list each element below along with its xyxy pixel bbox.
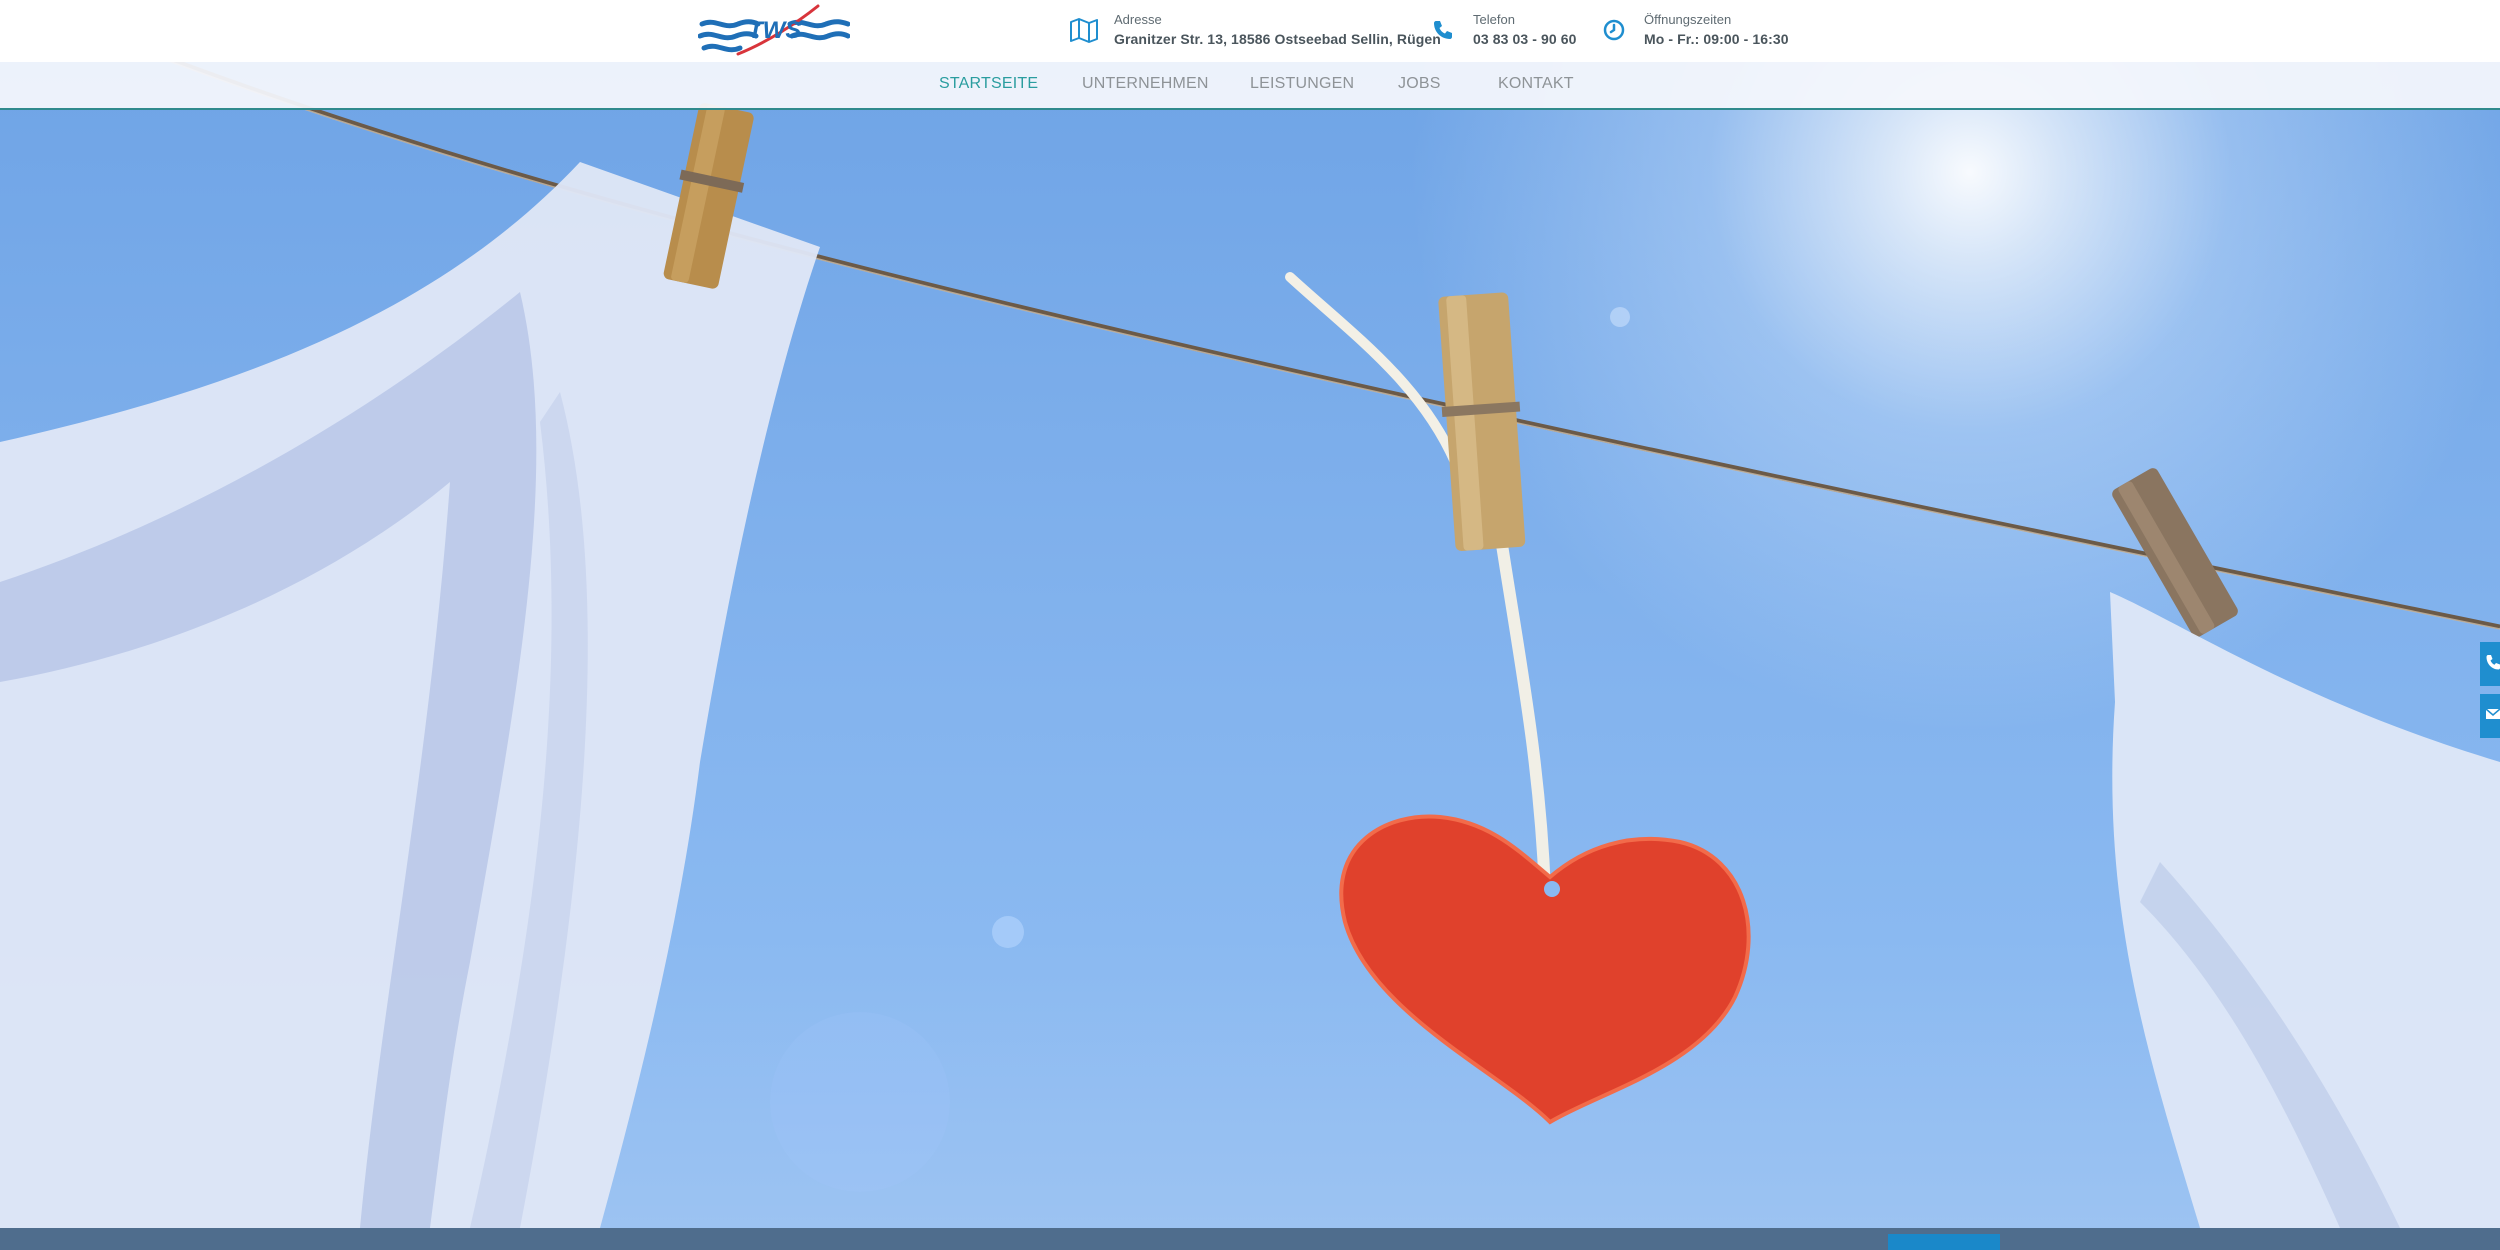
- phone-info[interactable]: Telefon 03 83 03 - 90 60: [1425, 10, 1577, 50]
- page: TWS Adresse Granitzer Str. 13, 18586 Ost…: [0, 0, 2500, 1250]
- logo-text: TWS: [748, 17, 801, 44]
- phone-icon: [1425, 12, 1461, 48]
- nav-item-kontakt[interactable]: KONTAKT: [1498, 75, 1574, 93]
- phone-icon: [2484, 653, 2500, 676]
- hero-image: [0, 49, 2500, 1228]
- bottom-bar: [0, 1228, 2500, 1250]
- bottom-action-button[interactable]: [1888, 1234, 2000, 1250]
- main-nav: STARTSEITE UNTERNEHMEN LEISTUNGEN JOBS K…: [0, 62, 2500, 110]
- hours-label: Öffnungszeiten: [1644, 12, 1732, 27]
- hours-value: Mo - Fr.: 09:00 - 16:30: [1644, 31, 1789, 47]
- top-header: TWS Adresse Granitzer Str. 13, 18586 Ost…: [0, 0, 2500, 62]
- mail-icon: [2484, 706, 2500, 727]
- nav-item-jobs[interactable]: JOBS: [1398, 75, 1441, 93]
- phone-label: Telefon: [1473, 12, 1515, 27]
- logo-graphic: TWS: [697, 4, 851, 56]
- opening-hours-info: Öffnungszeiten Mo - Fr.: 09:00 - 16:30: [1596, 10, 1789, 50]
- address-info: Adresse Granitzer Str. 13, 18586 Ostseeb…: [1066, 10, 1441, 50]
- side-phone-button[interactable]: [2480, 642, 2500, 686]
- tws-logo[interactable]: TWS: [697, 2, 851, 58]
- clock-icon: [1596, 12, 1632, 48]
- hero-illustration: [0, 49, 2500, 1228]
- phone-value[interactable]: 03 83 03 - 90 60: [1473, 29, 1577, 49]
- side-mail-button[interactable]: [2480, 694, 2500, 738]
- map-icon: [1066, 12, 1102, 48]
- nav-item-startseite[interactable]: STARTSEITE: [939, 75, 1038, 93]
- nav-item-unternehmen[interactable]: UNTERNEHMEN: [1082, 75, 1209, 93]
- address-label: Adresse: [1114, 12, 1162, 27]
- address-value: Granitzer Str. 13, 18586 Ostseebad Selli…: [1114, 31, 1441, 47]
- nav-item-leistungen[interactable]: LEISTUNGEN: [1250, 75, 1354, 93]
